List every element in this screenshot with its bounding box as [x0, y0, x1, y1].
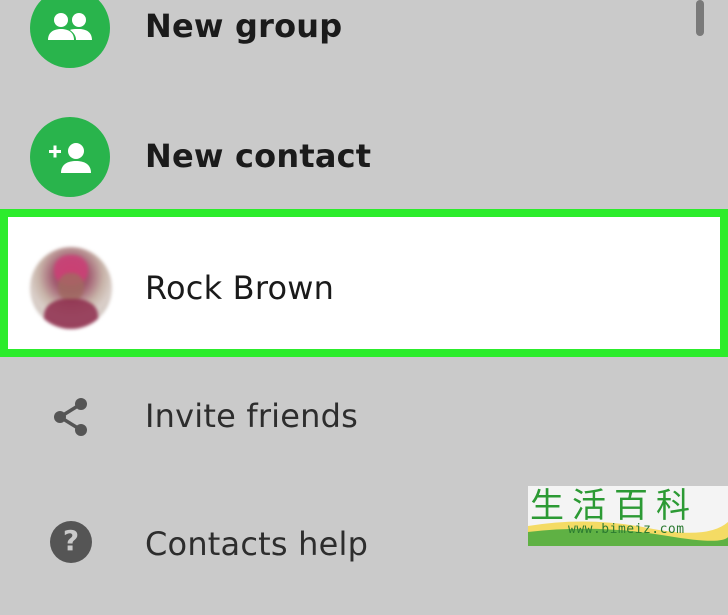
invite-friends-row[interactable]: Invite friends [0, 353, 728, 483]
new-group-row[interactable]: New group [0, 0, 728, 93]
new-contact-row[interactable]: New contact [0, 93, 728, 223]
add-person-icon [30, 117, 110, 197]
watermark-url: www.bimeiz.com [568, 522, 685, 537]
avatar [30, 247, 112, 329]
contact-row-rock-brown[interactable]: Rock Brown [0, 209, 728, 357]
invite-friends-label: Invite friends [145, 397, 359, 435]
contact-name: Rock Brown [145, 269, 335, 307]
help-icon: ? [50, 521, 92, 563]
share-icon [54, 398, 87, 436]
watermark-logo: 生活百科 www.bimeiz.com [528, 486, 728, 546]
scrollbar[interactable] [696, 0, 704, 36]
contacts-help-label: Contacts help [145, 525, 369, 563]
watermark-chars: 生活百科 [530, 486, 698, 526]
contacts-list: New group New contact Rock Brown Invite … [0, 0, 728, 563]
group-icon [30, 0, 110, 68]
new-group-label: New group [145, 7, 343, 45]
new-contact-label: New contact [145, 137, 372, 175]
